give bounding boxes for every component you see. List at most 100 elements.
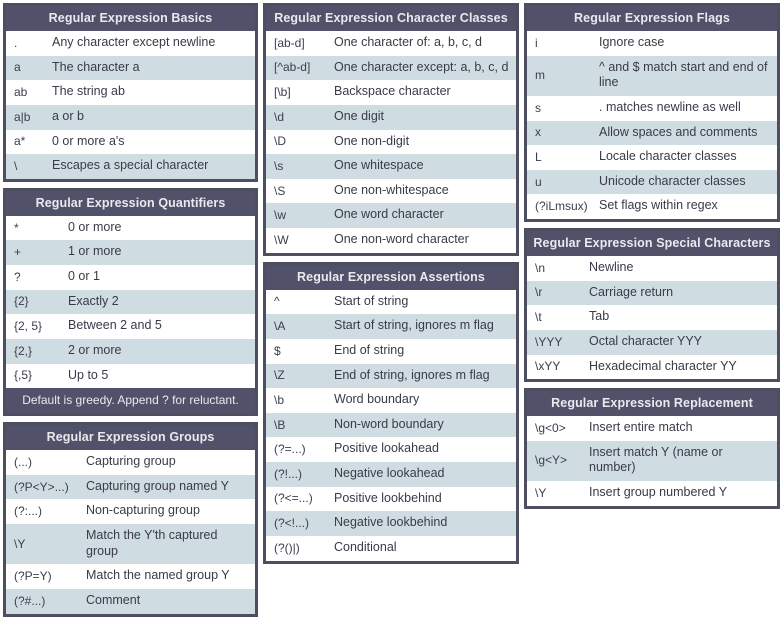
cell-description: Octal character YYY <box>589 333 703 348</box>
table-row: ab The string ab <box>6 80 255 105</box>
cell-description: Unicode character classes <box>599 173 746 188</box>
cell-code: (?P<Y>...) <box>6 474 76 500</box>
card-title-groups: Regular Expression Groups <box>6 425 255 451</box>
cell-code: \Z <box>266 363 324 389</box>
cell-description: Any character except newline <box>52 35 216 49</box>
cell-code: (?<=...) <box>266 486 324 512</box>
table-row: ^ Start of string <box>266 289 516 315</box>
table-row: m ^ and $ match start and end of line <box>527 55 777 96</box>
table-row: \A Start of string, ignores m flag <box>266 314 516 339</box>
cell-description: End of string <box>334 342 405 357</box>
table-row: {2} Exactly 2 <box>6 289 255 315</box>
cell-description: One character of: a, b, c, d <box>334 35 482 49</box>
rows-groups: (...) Capturing group (?P<Y>...) Capturing … <box>6 450 255 614</box>
table-row: \ Escapes a special character <box>6 154 255 179</box>
cell-code: \A <box>266 314 324 339</box>
cell-code: {2} <box>6 289 58 315</box>
cell-code: \xYY <box>527 354 579 380</box>
cell-code: + <box>6 240 58 265</box>
cell-description: One non-word character <box>334 232 469 246</box>
table-row: \Y Insert group numbered Y <box>527 481 777 506</box>
cell-code: (?<!...) <box>266 511 324 536</box>
cell-description: Insert entire match <box>589 420 693 435</box>
card-title-replacement: Regular Expression Replacement <box>527 391 777 417</box>
column-right: Regular Expression Flags i Ignore case m ^ … <box>524 3 780 618</box>
cell-description: One digit <box>334 108 385 123</box>
cell-description: Negative lookbehind <box>334 515 448 530</box>
card-regex-assertions: Regular Expression Assertions ^ Start of … <box>263 261 519 564</box>
table-row: \YYY Octal character YYY <box>527 329 777 355</box>
table-row: ? 0 or 1 <box>6 265 255 290</box>
cell-code: a* <box>6 129 42 155</box>
cell-code: a <box>6 55 42 81</box>
table-row: a* 0 or more a's <box>6 129 255 155</box>
rows-character-classes: [ab-d] One character of: a, b, c, d [^ab-d… <box>266 31 516 253</box>
table-row: \r Carriage return <box>527 280 777 306</box>
table-row: (...) Capturing group <box>6 450 255 475</box>
table-row: \S One non-whitespace <box>266 178 516 204</box>
cell-description: Comment <box>86 592 141 607</box>
table-row: (?P=Y) Match the named group Y <box>6 564 255 589</box>
cell-code: \Y <box>527 481 579 506</box>
table-row: i Ignore case <box>527 31 777 56</box>
cell-code: \g<Y> <box>527 440 579 481</box>
table-row: \w One word character <box>266 203 516 228</box>
cell-code: {,5} <box>6 363 58 389</box>
table-row: (?#...) Comment <box>6 588 255 614</box>
cell-description: Exactly 2 <box>68 293 119 308</box>
table-row: (?=...) Positive lookahead <box>266 437 516 462</box>
cell-code: m <box>527 55 589 96</box>
table-row: s . matches newline as well <box>527 95 777 121</box>
table-row: \D One non-digit <box>266 129 516 155</box>
card-regex-flags: Regular Expression Flags i Ignore case m ^ … <box>524 3 780 222</box>
cell-description: 0 or 1 <box>68 269 100 283</box>
cell-code: \D <box>266 129 324 155</box>
cell-description: Insert match Y (name or number) <box>589 444 723 475</box>
cell-description: 0 or more <box>68 219 122 234</box>
card-regex-replacement: Regular Expression Replacement \g<0> Inse… <box>524 388 780 509</box>
cell-description: 1 or more <box>68 244 122 259</box>
cell-code: [\b] <box>266 80 324 105</box>
cell-description: 2 or more <box>68 342 122 357</box>
cell-code: [^ab-d] <box>266 55 324 81</box>
cell-code: \B <box>266 412 324 438</box>
cell-description: Tab <box>589 309 610 324</box>
cell-code: \d <box>266 104 324 130</box>
cell-code: L <box>527 145 589 170</box>
cell-description: Backspace character <box>334 84 451 99</box>
table-row: (?()|) Conditional <box>266 535 516 561</box>
table-row: (?!...) Negative lookahead <box>266 462 516 487</box>
cell-description: Ignore case <box>599 35 665 49</box>
cell-description: One character except: a, b, c, d <box>334 59 509 74</box>
table-row: \s One whitespace <box>266 154 516 179</box>
cell-description: Positive lookbehind <box>334 490 442 505</box>
table-row: \n Newline <box>527 256 777 281</box>
cell-description: Capturing group named Y <box>86 478 229 493</box>
table-row: \Z End of string, ignores m flag <box>266 363 516 389</box>
cell-description: Non-word boundary <box>334 416 444 431</box>
table-row: x Allow spaces and comments <box>527 120 777 146</box>
cell-description: Start of string <box>334 293 409 308</box>
cell-description: Hexadecimal character YY <box>589 358 737 373</box>
cell-description: Non-capturing group <box>86 503 200 518</box>
table-row: {2,} 2 or more <box>6 338 255 364</box>
cell-code: [ab-d] <box>266 31 324 56</box>
cell-code: \g<0> <box>527 416 579 441</box>
cell-code: . <box>6 31 42 56</box>
cell-description: . matches newline as well <box>599 99 741 114</box>
rows-assertions: ^ Start of string \A Start of string, ignor… <box>266 289 516 561</box>
cell-code: i <box>527 31 589 56</box>
table-row: a|b a or b <box>6 104 255 130</box>
cell-code: ? <box>6 265 58 290</box>
table-row: [^ab-d] One character except: a, b, c, d <box>266 55 516 81</box>
cell-description: Escapes a special character <box>52 158 209 173</box>
cell-code: (?!...) <box>266 462 324 487</box>
table-row: (?<=...) Positive lookbehind <box>266 486 516 512</box>
card-title-quantifiers: Regular Expression Quantifiers <box>6 190 255 216</box>
regex-cheat-sheet: Regular Expression Basics . Any character… <box>0 0 783 618</box>
cell-code: (?=...) <box>266 437 324 462</box>
card-regex-groups: Regular Expression Groups (...) Capturing… <box>3 422 258 617</box>
cell-code: {2, 5} <box>6 314 58 339</box>
cell-description: Negative lookahead <box>334 466 445 480</box>
cell-code: \w <box>266 203 324 228</box>
